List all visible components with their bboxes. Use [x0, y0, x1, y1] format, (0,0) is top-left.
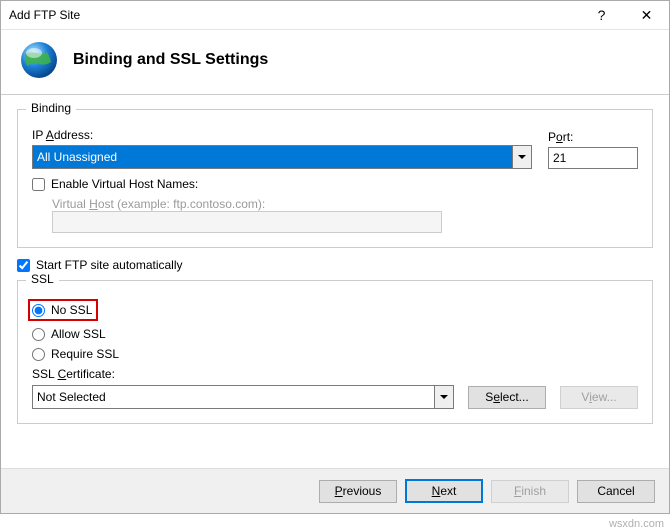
- view-certificate-button: View...: [560, 386, 638, 409]
- no-ssl-label: No SSL: [51, 303, 92, 317]
- ip-address-label: IP Address:: [32, 128, 532, 142]
- ssl-certificate-dropdown-button[interactable]: [434, 386, 453, 408]
- help-button[interactable]: ?: [579, 1, 624, 29]
- start-automatically-label: Start FTP site automatically: [36, 258, 183, 272]
- ip-address-combo[interactable]: All Unassigned: [32, 145, 532, 169]
- wizard-body: Binding IP Address: All Unassigned: [1, 95, 669, 468]
- no-ssl-radio[interactable]: [32, 304, 45, 317]
- wizard-header: Binding and SSL Settings: [1, 30, 669, 95]
- finish-button: Finish: [491, 480, 569, 503]
- binding-group: Binding IP Address: All Unassigned: [17, 109, 653, 248]
- chevron-down-icon: [440, 393, 448, 401]
- close-button[interactable]: ✕: [624, 1, 669, 29]
- no-ssl-row: No SSL: [32, 299, 638, 321]
- start-automatically-row: Start FTP site automatically: [17, 258, 653, 272]
- binding-legend: Binding: [26, 101, 76, 115]
- require-ssl-row: Require SSL: [32, 347, 638, 361]
- enable-virtual-host-checkbox[interactable]: [32, 178, 45, 191]
- ssl-certificate-value: Not Selected: [33, 386, 434, 408]
- ip-address-value: All Unassigned: [33, 146, 512, 168]
- wizard-footer: Previous Next Finish Cancel: [1, 468, 669, 513]
- allow-ssl-label: Allow SSL: [51, 327, 106, 341]
- start-automatically-checkbox[interactable]: [17, 259, 30, 272]
- cancel-button[interactable]: Cancel: [577, 480, 655, 503]
- select-certificate-button[interactable]: Select...: [468, 386, 546, 409]
- add-ftp-site-dialog: Add FTP Site ? ✕ Binding and SSL Setting…: [0, 0, 670, 514]
- require-ssl-radio[interactable]: [32, 348, 45, 361]
- titlebar: Add FTP Site ? ✕: [1, 1, 669, 30]
- no-ssl-highlight: No SSL: [28, 299, 98, 321]
- virtual-host-label: Virtual Host (example: ftp.contoso.com):: [52, 197, 265, 211]
- virtual-host-subsection: Virtual Host (example: ftp.contoso.com):: [52, 197, 638, 233]
- allow-ssl-radio[interactable]: [32, 328, 45, 341]
- enable-virtual-host-label: Enable Virtual Host Names:: [51, 177, 198, 191]
- ip-address-dropdown-button[interactable]: [512, 146, 531, 168]
- port-label: Port:: [548, 130, 638, 144]
- watermark: wsxdn.com: [609, 518, 664, 530]
- allow-ssl-row: Allow SSL: [32, 327, 638, 341]
- ssl-legend: SSL: [26, 272, 59, 286]
- globe-icon: [19, 40, 59, 80]
- ssl-group: SSL No SSL Allow SSL Require SSL: [17, 280, 653, 424]
- previous-button[interactable]: Previous: [319, 480, 397, 503]
- require-ssl-label: Require SSL: [51, 347, 119, 361]
- wizard-heading: Binding and SSL Settings: [73, 51, 268, 69]
- virtual-host-input: [52, 211, 442, 233]
- ssl-certificate-combo[interactable]: Not Selected: [32, 385, 454, 409]
- window-title: Add FTP Site: [9, 8, 579, 22]
- next-button[interactable]: Next: [405, 479, 483, 503]
- chevron-down-icon: [518, 153, 526, 161]
- ssl-certificate-label: SSL Certificate:: [32, 367, 638, 381]
- enable-virtual-host-row: Enable Virtual Host Names:: [32, 177, 638, 191]
- port-input[interactable]: [548, 147, 638, 169]
